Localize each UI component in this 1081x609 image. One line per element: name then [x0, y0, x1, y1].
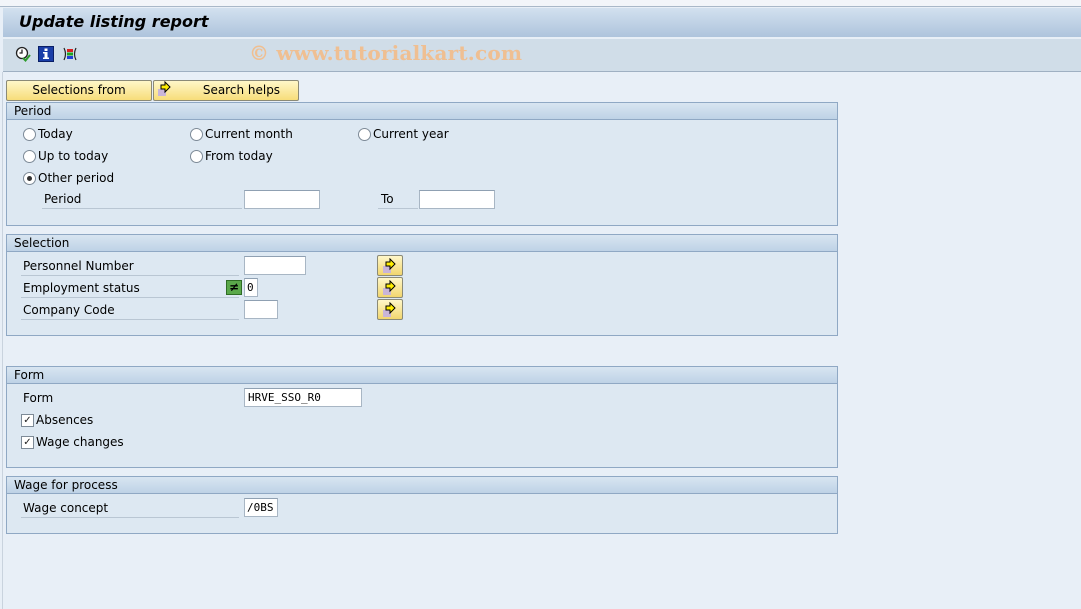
radio-circle[interactable] — [190, 149, 203, 163]
personnel-number-input[interactable] — [244, 256, 306, 275]
radio-label: Today — [38, 127, 73, 141]
wage-for-process-group: Wage for process Wage concept /0BS — [6, 476, 838, 534]
selection-group: Selection Personnel Number Employment st… — [6, 234, 838, 336]
radio-current-month[interactable]: Current month — [190, 127, 293, 141]
employment-status-input[interactable]: 0 — [244, 278, 258, 297]
radio-circle[interactable] — [358, 127, 371, 141]
radio-circle[interactable] — [23, 127, 36, 141]
to-label: To — [378, 190, 418, 209]
wage-concept-input[interactable]: /0BS — [244, 498, 278, 517]
variant-list-icon[interactable] — [62, 46, 78, 62]
radio-label: Current month — [205, 127, 293, 141]
form-label: Form — [23, 391, 54, 405]
radio-label: Up to today — [38, 149, 109, 163]
radio-circle-selected[interactable] — [23, 171, 36, 185]
form-group-title: Form — [7, 367, 837, 384]
radio-label: From today — [205, 149, 273, 163]
personnel-number-label: Personnel Number — [21, 257, 239, 276]
employment-status-multiple-selection-button[interactable] — [377, 277, 403, 298]
execute-clock-icon[interactable] — [15, 46, 31, 62]
employment-status-label: Employment status — [21, 279, 239, 298]
radio-today[interactable]: Today — [23, 127, 73, 141]
radio-current-year[interactable]: Current year — [358, 127, 449, 141]
not-equal-option-icon[interactable]: ≠ — [226, 280, 242, 295]
arrow-right-icon — [383, 301, 396, 317]
checkbox-checked[interactable]: ✓ — [21, 413, 34, 427]
top-strip — [0, 0, 1081, 7]
wage-concept-label: Wage concept — [21, 499, 239, 518]
period-group-title: Period — [7, 103, 837, 120]
form-input[interactable]: HRVE_SSO_R0 — [244, 388, 362, 407]
left-border — [0, 72, 3, 609]
period-label: Period — [42, 190, 242, 209]
wage-group-title: Wage for process — [7, 477, 837, 494]
radio-from-today[interactable]: From today — [190, 149, 273, 163]
selection-group-title: Selection — [7, 235, 837, 252]
title-bar: Update listing report — [3, 8, 1081, 38]
arrow-right-icon — [383, 257, 396, 273]
arrow-right-icon — [383, 279, 396, 295]
selections-from-label: Selections from — [32, 83, 126, 97]
absences-label: Absences — [36, 413, 94, 427]
page-title: Update listing report — [19, 12, 209, 31]
search-helps-button[interactable]: Search helps — [153, 80, 299, 101]
company-code-multiple-selection-button[interactable] — [377, 299, 403, 320]
checkbox-checked[interactable]: ✓ — [21, 435, 34, 449]
company-code-label: Company Code — [21, 301, 239, 320]
radio-up-to-today[interactable]: Up to today — [23, 149, 108, 163]
radio-label: Other period — [38, 171, 115, 185]
radio-label: Current year — [373, 127, 449, 141]
form-group: Form Form HRVE_SSO_R0 ✓ Absences ✓ Wage … — [6, 366, 838, 468]
search-helps-label: Search helps — [202, 83, 281, 97]
info-icon[interactable] — [38, 46, 54, 62]
wage-changes-label: Wage changes — [36, 435, 124, 449]
period-from-input[interactable] — [244, 190, 320, 209]
selections-from-button[interactable]: Selections from — [6, 80, 152, 101]
radio-circle[interactable] — [190, 127, 203, 141]
wage-changes-checkbox[interactable]: ✓ Wage changes — [21, 435, 124, 449]
application-toolbar: © www.tutorialkart.com — [3, 39, 1081, 72]
company-code-input[interactable] — [244, 300, 278, 319]
personnel-number-multiple-selection-button[interactable] — [377, 255, 403, 276]
period-to-input[interactable] — [419, 190, 495, 209]
radio-other-period[interactable]: Other period — [23, 171, 114, 185]
watermark: © www.tutorialkart.com — [249, 41, 523, 65]
arrow-right-icon — [157, 80, 173, 97]
period-group: Period Today Current month Current year … — [6, 102, 838, 226]
absences-checkbox[interactable]: ✓ Absences — [21, 413, 93, 427]
radio-circle[interactable] — [23, 149, 36, 163]
